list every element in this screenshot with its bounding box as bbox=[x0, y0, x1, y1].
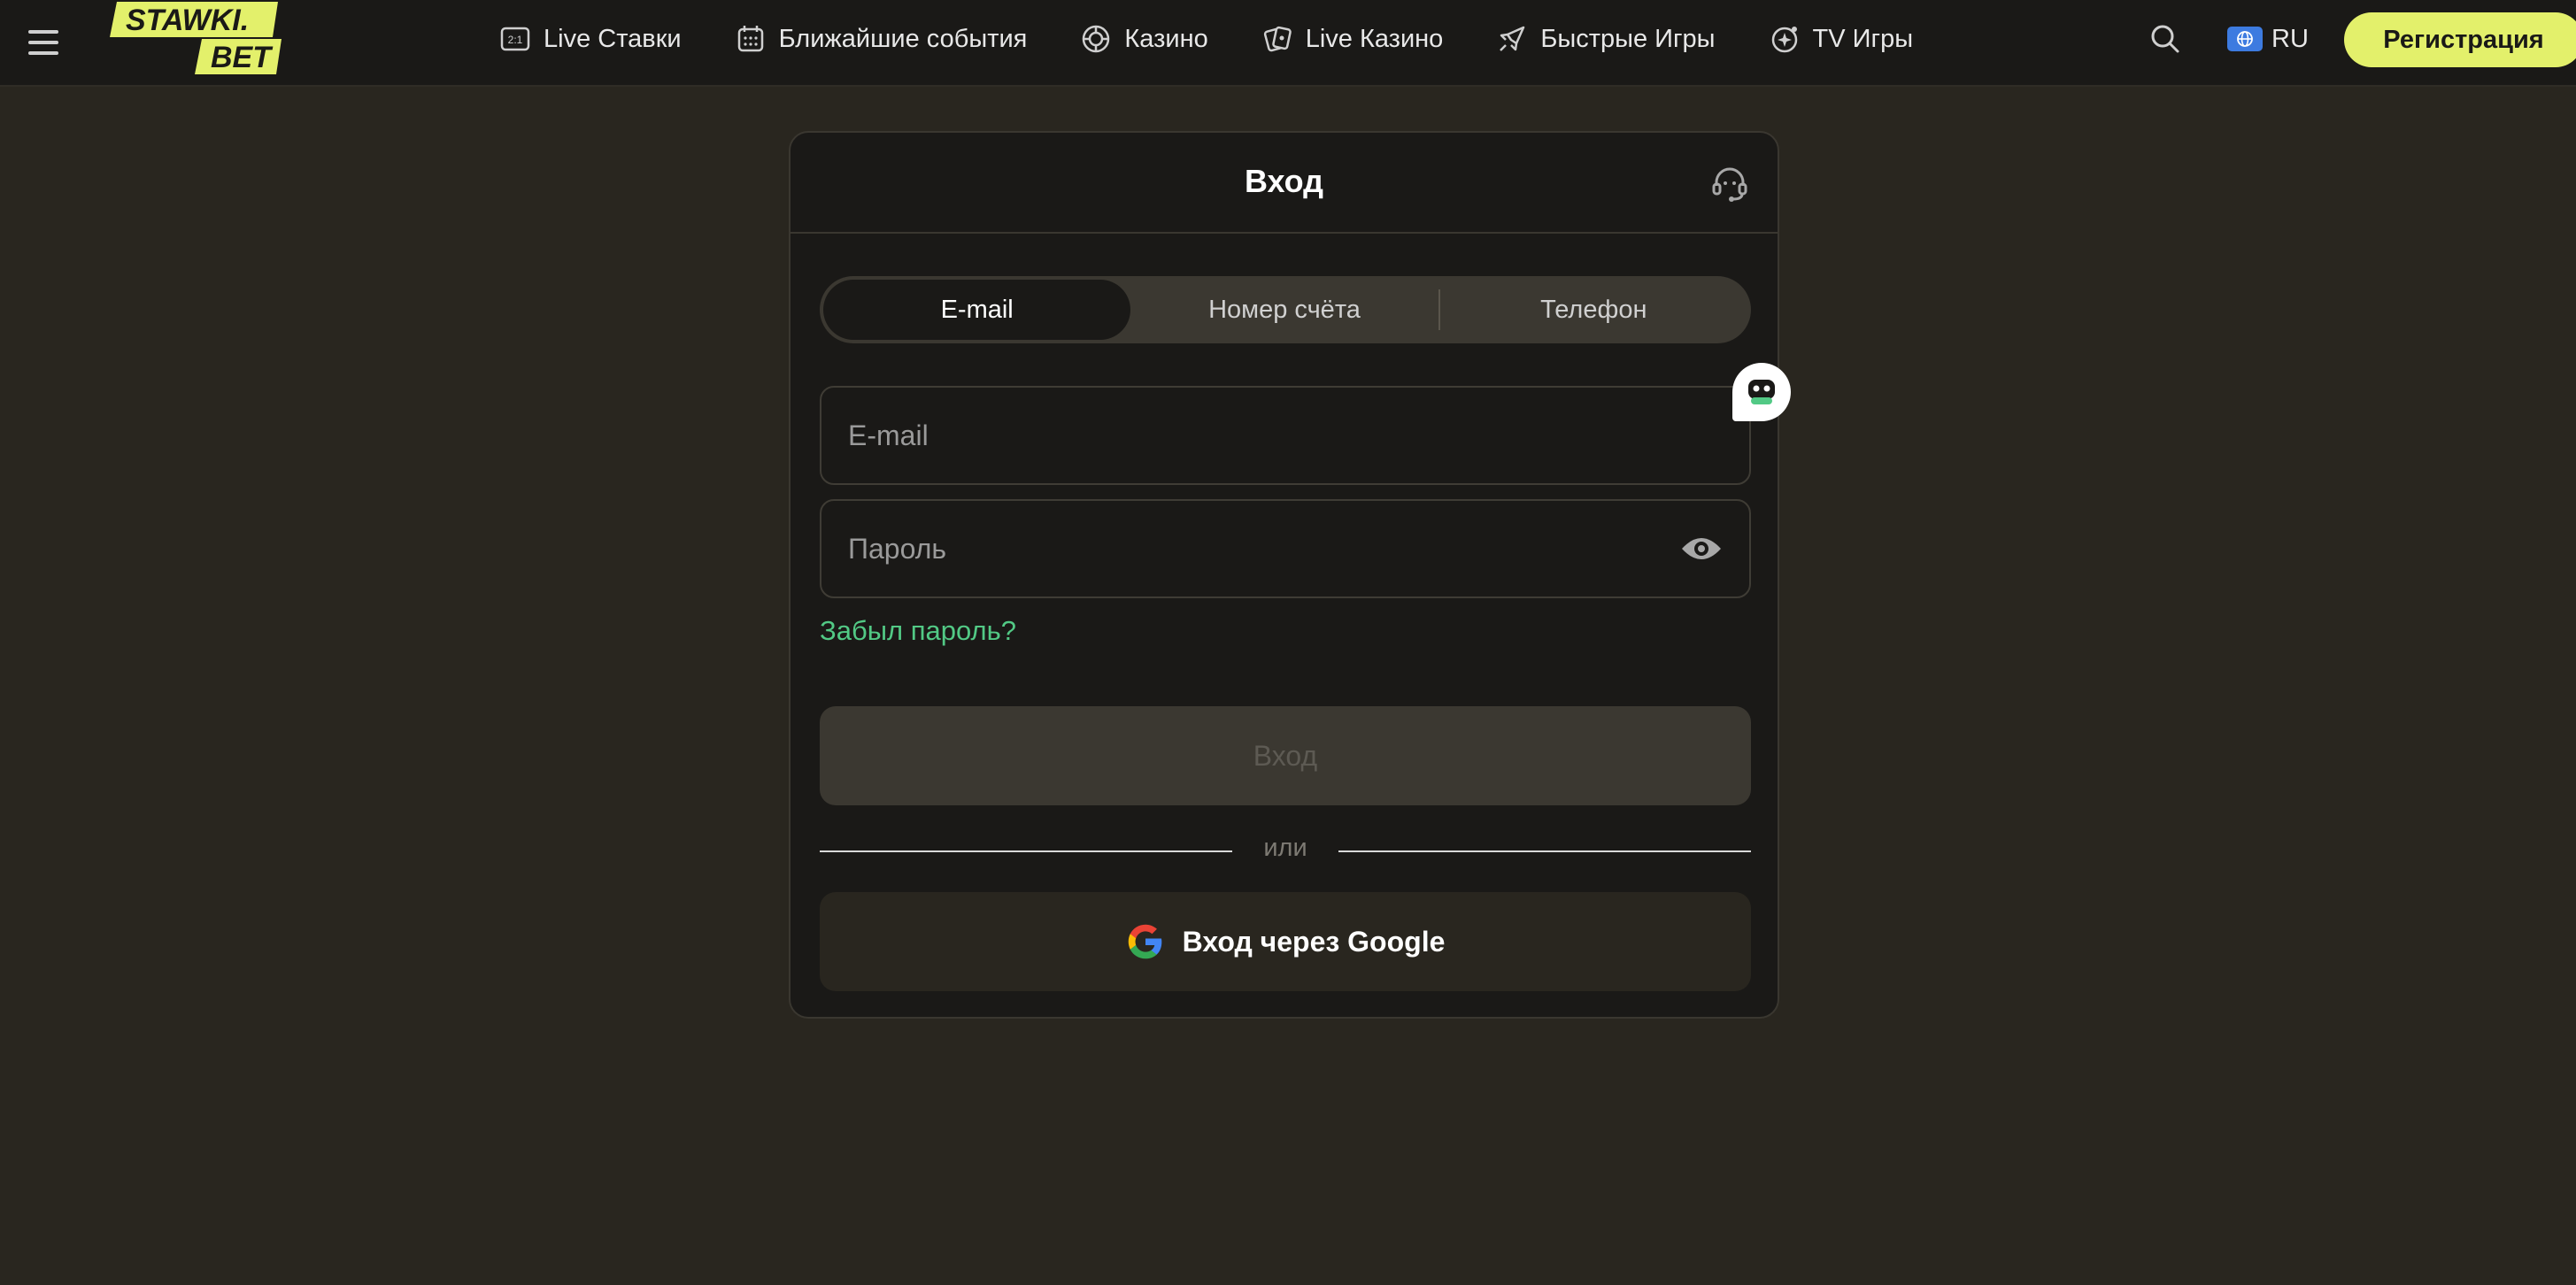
nav-upcoming-events[interactable]: Ближайшие события bbox=[735, 23, 1028, 55]
login-submit-button[interactable]: Вход bbox=[820, 706, 1751, 805]
support-headset-icon[interactable] bbox=[1708, 163, 1751, 205]
top-header: STAWKI. BET 2:1 Live Ставки Ближайшие со… bbox=[0, 0, 2576, 87]
nav-label: TV Игры bbox=[1812, 24, 1914, 53]
nav-fast-games[interactable]: Быстрые Игры bbox=[1496, 23, 1716, 55]
login-method-tabs: E-mail Номер счёта Телефон bbox=[820, 276, 1751, 343]
rocket-icon bbox=[1500, 26, 1525, 51]
password-field[interactable] bbox=[848, 501, 1645, 596]
playing-cards-icon bbox=[1263, 26, 1292, 52]
forgot-password-link[interactable]: Забыл пароль? bbox=[820, 615, 1016, 647]
google-login-label: Вход через Google bbox=[1182, 925, 1446, 958]
modal-title: Вход bbox=[1244, 163, 1323, 199]
nav-label: Live Ставки bbox=[544, 24, 682, 53]
google-login-button[interactable]: Вход через Google bbox=[820, 892, 1751, 991]
svg-text:STAWKI.: STAWKI. bbox=[126, 4, 249, 37]
svg-text:2:1: 2:1 bbox=[508, 34, 523, 46]
search-icon[interactable] bbox=[2146, 19, 2185, 58]
language-selector[interactable]: RU bbox=[2227, 21, 2309, 57]
calendar-icon bbox=[737, 26, 763, 52]
email-field-wrapper bbox=[820, 386, 1751, 485]
tv-games-icon bbox=[1771, 27, 1797, 53]
menu-icon[interactable] bbox=[28, 25, 64, 60]
language-code: RU bbox=[2271, 24, 2309, 53]
password-field-wrapper bbox=[820, 499, 1751, 598]
or-divider: или bbox=[820, 832, 1751, 867]
nav-label: Казино bbox=[1124, 24, 1208, 53]
nav-label: Live Казино bbox=[1305, 24, 1444, 53]
nav-label: Ближайшие события bbox=[778, 24, 1028, 53]
tab-phone[interactable]: Телефон bbox=[1440, 280, 1747, 340]
globe-icon bbox=[2227, 27, 2263, 51]
google-icon bbox=[1128, 924, 1161, 959]
tab-account-number[interactable]: Номер счёта bbox=[1130, 280, 1438, 340]
show-password-eye-icon[interactable] bbox=[1680, 531, 1723, 566]
nav-tv-games[interactable]: TV Игры bbox=[1769, 23, 1914, 55]
nav-casino[interactable]: Казино bbox=[1080, 23, 1208, 55]
nav-label: Быстрые Игры bbox=[1540, 24, 1716, 53]
divider-label: или bbox=[1263, 834, 1307, 862]
chat-bot-icon bbox=[1748, 380, 1775, 404]
nav-live-casino[interactable]: Live Казино bbox=[1261, 23, 1444, 55]
email-field[interactable] bbox=[848, 388, 1645, 483]
chat-bot-widget[interactable] bbox=[1732, 363, 1791, 421]
modal-header: Вход bbox=[791, 133, 1778, 234]
tab-email[interactable]: E-mail bbox=[823, 280, 1131, 340]
main-nav: 2:1 Live Ставки Ближайшие события Казино… bbox=[499, 0, 1966, 78]
svg-text:BET: BET bbox=[211, 41, 274, 74]
nav-live-bets[interactable]: 2:1 Live Ставки bbox=[499, 23, 682, 55]
divider-line-right bbox=[1338, 850, 1751, 852]
register-button[interactable]: Регистрация bbox=[2344, 12, 2576, 67]
casino-chip-icon bbox=[1083, 25, 1110, 53]
site-logo[interactable]: STAWKI. BET bbox=[108, 0, 282, 76]
live-bets-icon: 2:1 bbox=[500, 27, 530, 51]
login-modal: Вход E-mail Номер счёта Телефон Забыл па… bbox=[789, 131, 1779, 1019]
